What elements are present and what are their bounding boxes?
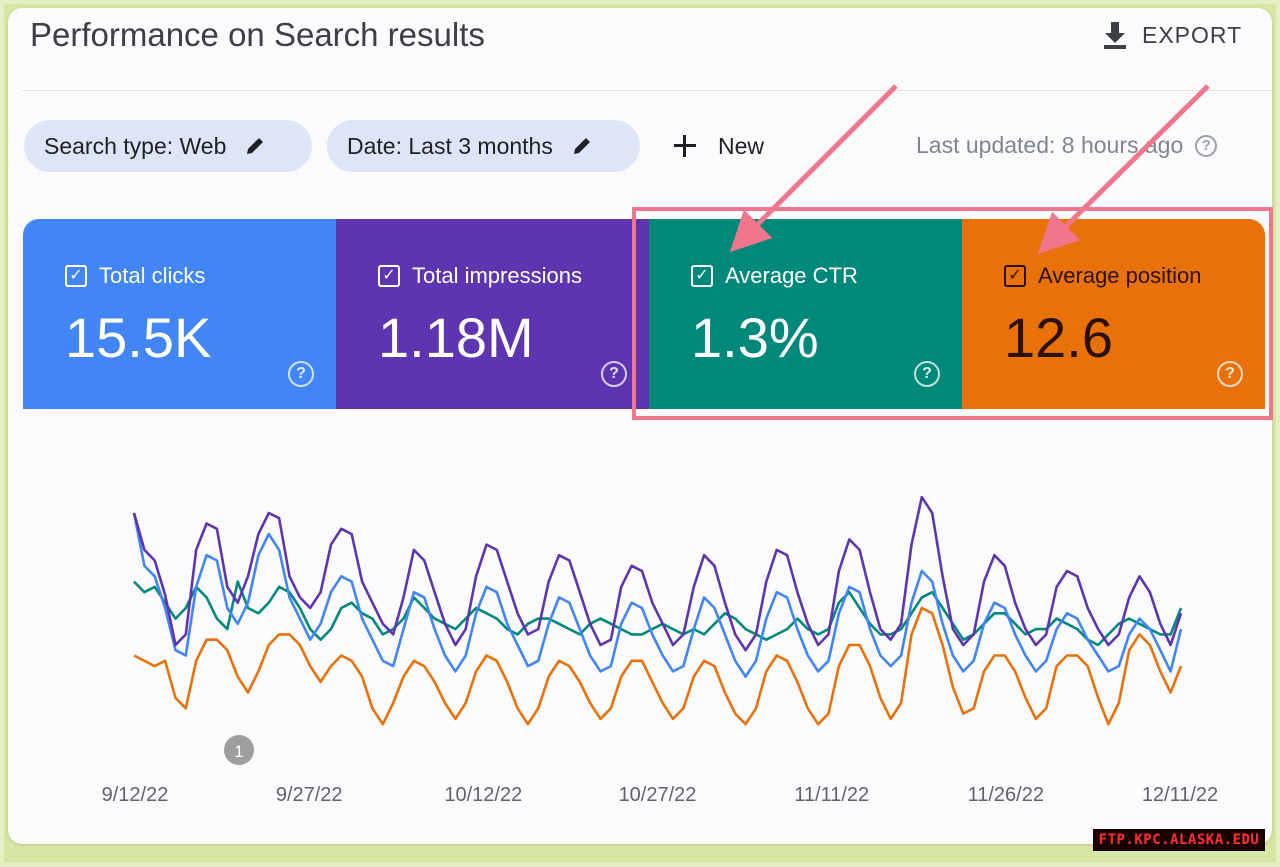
metric-card-average-ctr[interactable]: ✓ Average CTR 1.3% ? xyxy=(649,219,962,409)
checkbox-checked-icon[interactable]: ✓ xyxy=(65,265,87,287)
help-icon[interactable]: ? xyxy=(1217,361,1243,387)
last-updated-text: Last updated: 8 hours ago xyxy=(916,132,1184,158)
search-type-label: Search type: Web xyxy=(44,132,227,159)
metric-label-row: ✓ Average position xyxy=(1004,263,1202,289)
new-filter-button[interactable]: New xyxy=(672,126,764,166)
metric-cards: ✓ Total clicks 15.5K ? ✓ Total impressio… xyxy=(23,219,1265,409)
metric-card-average-position[interactable]: ✓ Average position 12.6 ? xyxy=(962,219,1265,409)
export-label: EXPORT xyxy=(1142,21,1243,48)
metric-value: 1.18M xyxy=(378,306,534,369)
metric-label-row: ✓ Total impressions xyxy=(378,263,582,289)
help-icon[interactable]: ? xyxy=(601,361,627,387)
pencil-icon[interactable] xyxy=(571,135,593,157)
date-filter-chip[interactable]: Date: Last 3 months xyxy=(327,120,640,172)
help-icon[interactable]: ? xyxy=(914,361,940,387)
download-icon xyxy=(1104,22,1126,49)
help-icon[interactable]: ? xyxy=(288,361,314,387)
checkbox-checked-icon[interactable]: ✓ xyxy=(1004,265,1026,287)
header-divider xyxy=(22,90,1272,91)
metric-label-row: ✓ Average CTR xyxy=(691,263,858,289)
checkbox-checked-icon[interactable]: ✓ xyxy=(378,265,400,287)
metric-card-total-clicks[interactable]: ✓ Total clicks 15.5K ? xyxy=(23,219,336,409)
metric-value: 1.3% xyxy=(691,306,819,369)
page-title: Performance on Search results xyxy=(30,16,485,53)
metric-value: 15.5K xyxy=(65,306,212,369)
metric-label: Average position xyxy=(1038,263,1202,288)
plus-icon xyxy=(674,135,696,157)
metric-value: 12.6 xyxy=(1004,306,1113,369)
checkbox-checked-icon[interactable]: ✓ xyxy=(691,265,713,287)
metric-label: Total clicks xyxy=(99,263,206,288)
metric-card-total-impressions[interactable]: ✓ Total impressions 1.18M ? xyxy=(336,219,649,409)
search-type-filter-chip[interactable]: Search type: Web xyxy=(24,120,312,172)
export-button[interactable]: EXPORT xyxy=(1102,16,1242,54)
pencil-icon[interactable] xyxy=(244,135,266,157)
date-label: Date: Last 3 months xyxy=(347,132,553,159)
metric-label: Total impressions xyxy=(412,263,582,288)
metric-label: Average CTR xyxy=(725,263,858,288)
help-icon[interactable]: ? xyxy=(1195,134,1218,157)
metric-label-row: ✓ Total clicks xyxy=(65,263,205,289)
last-updated: Last updated: 8 hours ago ? xyxy=(916,132,1218,159)
watermark: FTP.KPC.ALASKA.EDU xyxy=(1093,829,1265,851)
new-label: New xyxy=(718,132,765,159)
